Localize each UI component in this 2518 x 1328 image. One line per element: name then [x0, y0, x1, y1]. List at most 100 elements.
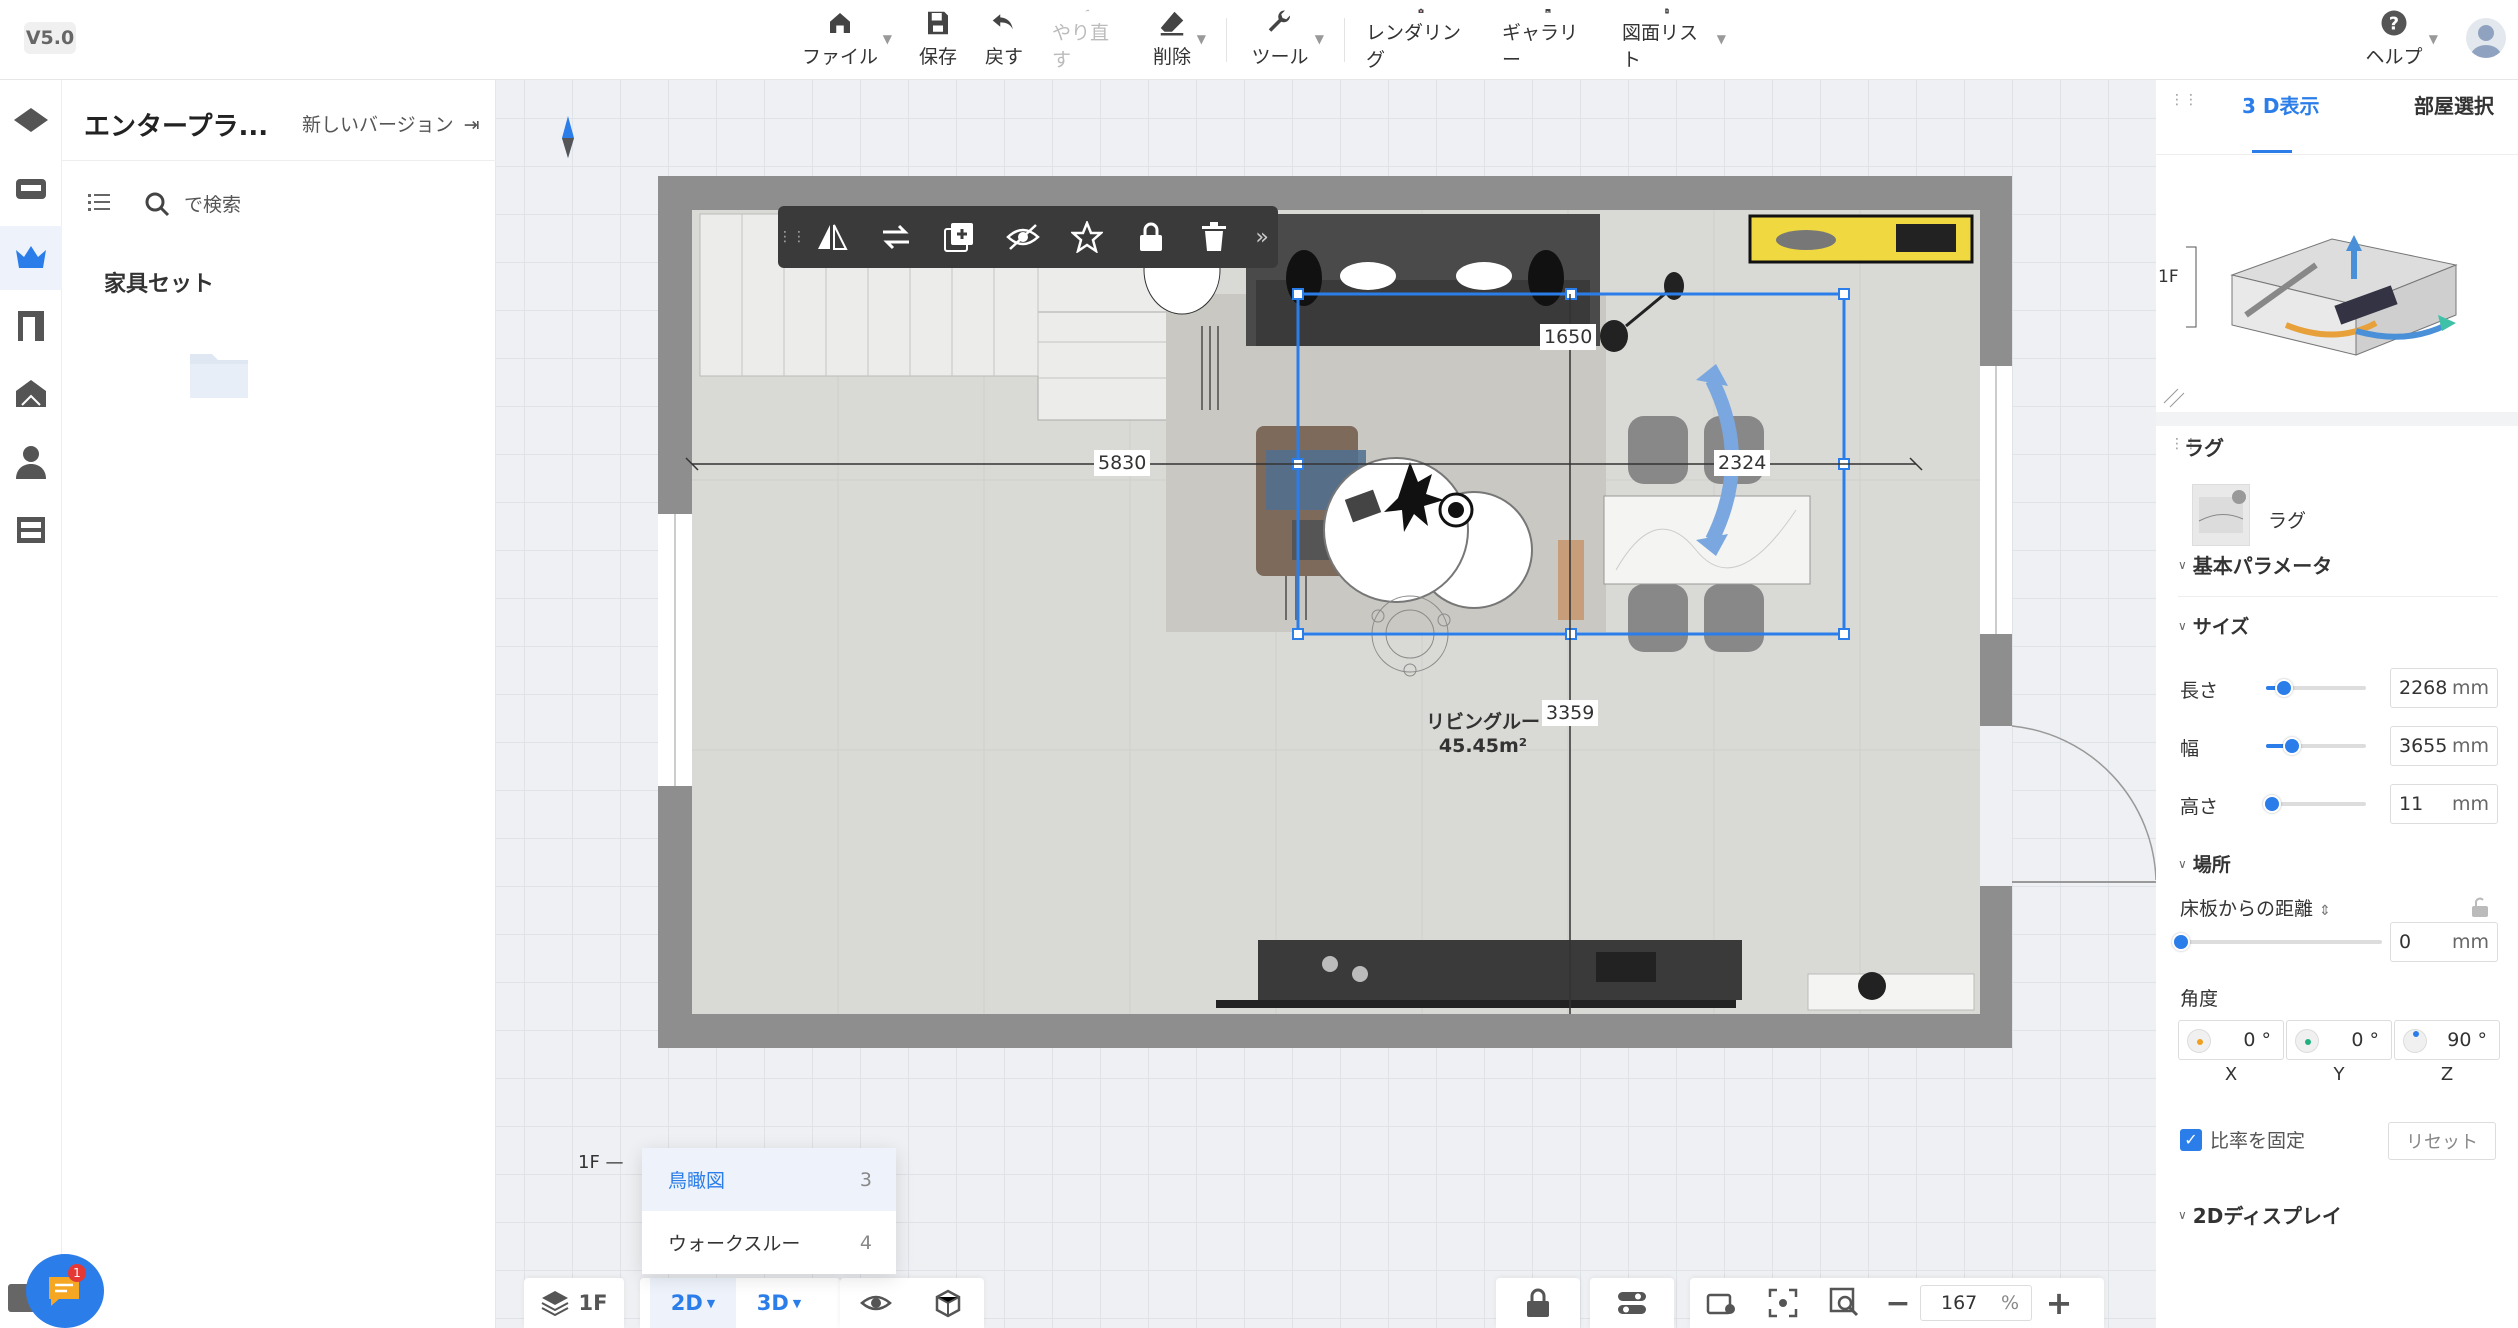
view-option-birdseye[interactable]: 鳥瞰図 3 [642, 1148, 896, 1211]
tab-3d-view[interactable]: 3 D表示 [2242, 90, 2319, 119]
rail-enterprise-button[interactable] [0, 226, 62, 290]
list-icon[interactable] [88, 192, 110, 214]
rail-door-button[interactable] [0, 294, 62, 358]
left-panel: エンタープラ... 新しいバージョン ⇥ で検索 家具セット [62, 80, 496, 1328]
svg-text:?: ? [2389, 14, 2399, 34]
wall-artwork [1748, 214, 1974, 264]
compass-icon [562, 116, 574, 158]
room-label[interactable]: リビングルー 45.45m² [1426, 710, 1540, 758]
more-chevron-icon[interactable]: » [1246, 206, 1278, 268]
object-thumbnail[interactable] [2192, 484, 2250, 546]
zoom-area-button[interactable] [1814, 1278, 1876, 1328]
slider-knob[interactable] [2275, 679, 2293, 697]
file-icon [830, 13, 850, 33]
unlock-icon[interactable] [2470, 896, 2490, 918]
rail-floorplan-button[interactable] [0, 90, 62, 154]
file-menu-button[interactable]: ファイル ▼ [802, 8, 892, 72]
search-input[interactable]: で検索 [144, 190, 241, 217]
rail-model-button[interactable] [0, 158, 62, 222]
floor-distance-slider[interactable] [2172, 933, 2382, 951]
delete-button[interactable]: 削除 ▼ [1152, 8, 1206, 72]
slider-knob[interactable] [2263, 795, 2281, 813]
category-title: 家具セット [104, 272, 215, 297]
slider-knob[interactable] [2172, 933, 2190, 951]
floor-switcher[interactable]: 1F [524, 1278, 624, 1328]
drawing-list-button[interactable]: 図面リスト ▼ [1622, 8, 1726, 72]
divider [2178, 596, 2498, 597]
slider-knob[interactable] [2283, 737, 2301, 755]
angle-y-input[interactable]: 0 ° [2286, 1020, 2392, 1060]
height-slider[interactable] [2263, 795, 2366, 813]
floor-distance-label[interactable]: 床板からの距離 ⇕ [2180, 894, 2331, 921]
3d-preview[interactable]: 1F [2156, 154, 2518, 412]
hide-button[interactable] [991, 206, 1055, 268]
rug-thumbnail-icon [2198, 490, 2246, 533]
width-slider[interactable] [2266, 737, 2366, 755]
zoom-input[interactable]: 167 % [1920, 1285, 2032, 1321]
dimension-label-width[interactable]: 5830 [1094, 450, 1151, 476]
tools-menu-button[interactable]: ツール ▼ [1250, 8, 1324, 72]
section-basic-header[interactable]: ∨ 基本パラメータ [2178, 550, 2332, 579]
lock-ratio-checkbox[interactable]: ✓ 比率を固定 [2180, 1126, 2305, 1153]
lock-toggle[interactable] [1496, 1278, 1580, 1328]
rendering-button[interactable]: レンダリング [1366, 8, 1476, 72]
version-badge: V5.0 [24, 22, 76, 54]
mode-3d-button[interactable]: 3D ▼ [736, 1278, 822, 1328]
mirror-button[interactable] [800, 206, 864, 268]
length-slider[interactable] [2266, 679, 2366, 697]
visibility-button[interactable] [840, 1278, 912, 1328]
chevron-down-icon: ▼ [1716, 32, 1726, 46]
height-input[interactable]: 11 mm [2390, 784, 2498, 824]
length-input[interactable]: 2268 mm [2390, 668, 2498, 708]
eye-off-icon [1006, 224, 1040, 250]
dial-icon [2295, 1029, 2319, 1053]
chevron-down-icon: ∨ [2178, 856, 2187, 871]
new-version-link[interactable]: 新しいバージョン ⇥ [302, 110, 480, 137]
zoom-out-button[interactable]: − [1876, 1278, 1920, 1328]
dimension-label-top[interactable]: 1650 [1540, 324, 1597, 350]
section-2d-header[interactable]: ∨ 2Dディスプレイ [2178, 1200, 2342, 1229]
axis-y-label: Y [2333, 1064, 2345, 1085]
dimension-label-right[interactable]: 2324 [1714, 450, 1771, 476]
width-input[interactable]: 3655 mm [2390, 726, 2498, 766]
floor-distance-input[interactable]: 0 mm [2390, 922, 2498, 962]
camera-icon [1418, 8, 1424, 13]
chevron-down-icon: ▼ [2428, 32, 2438, 46]
drag-handle-icon[interactable]: ⋮⋮ [2170, 92, 2198, 108]
help-button[interactable]: ? ヘルプ ▼ [2364, 8, 2438, 72]
gallery-button[interactable]: ギャラリー [1502, 8, 1594, 72]
settings-toggle[interactable] [1590, 1278, 1674, 1328]
auto-fit-button[interactable] [1690, 1278, 1752, 1328]
angle-x-input[interactable]: 0 ° [2178, 1020, 2284, 1060]
redo-button[interactable]: やり直す [1052, 8, 1122, 72]
section-location-header[interactable]: ∨ 場所 [2178, 850, 2231, 877]
floorplan-canvas[interactable]: 5830 1650 2324 3359 リビングルー 45.45m² 1F — [496, 80, 2156, 1328]
favorite-button[interactable] [1055, 206, 1119, 268]
lock-button[interactable] [1119, 206, 1183, 268]
reset-button[interactable]: リセット [2388, 1122, 2496, 1160]
rail-people-button[interactable] [0, 430, 62, 494]
angle-z-input[interactable]: 90 ° [2394, 1020, 2500, 1060]
dial-icon [2403, 1029, 2427, 1053]
mode-2d-button[interactable]: 2D ▼ [650, 1278, 736, 1328]
cabinet-icon [17, 517, 45, 543]
duplicate-button[interactable] [927, 206, 991, 268]
focus-button[interactable] [1752, 1278, 1814, 1328]
save-button[interactable]: 保存 [918, 8, 958, 72]
folder-icon[interactable] [188, 346, 250, 400]
undo-button[interactable]: 戻す [984, 8, 1024, 72]
3d-box-button[interactable] [912, 1278, 984, 1328]
view-option-walkthrough[interactable]: ウォークスルー 4 [642, 1211, 896, 1274]
section-size-header[interactable]: ∨ サイズ [2178, 612, 2249, 639]
rail-cabinet-button[interactable] [0, 498, 62, 562]
dimension-label-bottom[interactable]: 3359 [1542, 700, 1599, 726]
drag-handle-icon[interactable]: ⋮⋮ [778, 229, 806, 245]
tab-room-select[interactable]: 部屋選択 [2414, 90, 2494, 119]
replace-button[interactable] [864, 206, 928, 268]
user-avatar[interactable] [2466, 18, 2506, 58]
zoom-in-button[interactable]: + [2032, 1278, 2086, 1328]
rail-structure-button[interactable] [0, 362, 62, 426]
chat-button[interactable]: 1 [26, 1254, 104, 1328]
trash-icon [1202, 222, 1227, 251]
delete-object-button[interactable] [1182, 206, 1246, 268]
